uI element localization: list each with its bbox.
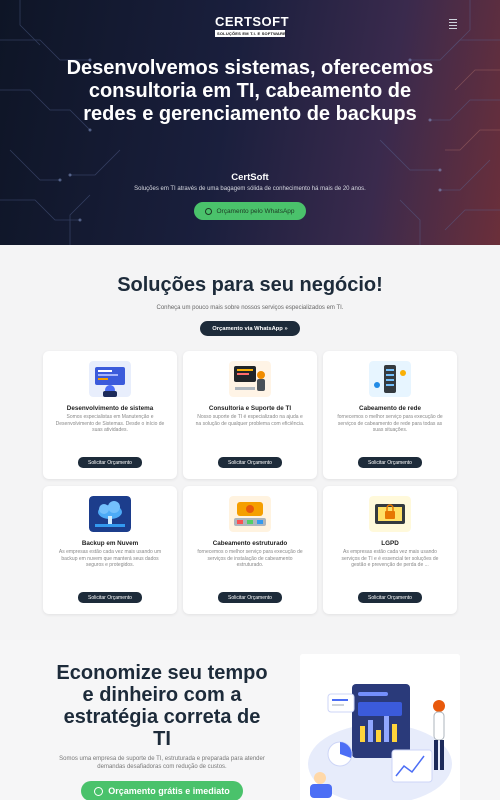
whatsapp-icon <box>94 786 104 796</box>
service-card: Desenvolvimento de sistema Somos especia… <box>43 351 177 479</box>
solutions-title: Soluções para seu negócio! <box>117 274 383 296</box>
whatsapp-quote-dark-button[interactable]: Orçamento via WhatsApp » <box>200 321 300 336</box>
card-description: As empresas estão cada vez mais usando u… <box>58 549 162 569</box>
logo-tagline: SOLUÇÕES EM T.I. E SOFTWARE <box>215 30 286 37</box>
card-description: Nosso suporte de TI é especializado na a… <box>195 414 305 427</box>
card-title: LGPD <box>381 540 399 547</box>
hero-subtitle: Soluções em TI através de uma bagagem só… <box>134 186 366 192</box>
card-title: Cabeamento estruturado <box>212 540 288 547</box>
whatsapp-quote-label: Orçamento pelo WhatsApp <box>216 207 295 215</box>
free-quote-button[interactable]: Orçamento grátis e imediato <box>81 781 243 800</box>
cloud-backup-icon <box>89 496 131 532</box>
card-description: fornecemos o melhor serviço para execuçã… <box>197 549 303 569</box>
software-development-icon <box>89 361 131 397</box>
card-title: Consultoria e Suporte de TI <box>208 405 292 412</box>
it-support-icon <box>229 361 271 397</box>
card-description: As empresas estão cada vez mais usando s… <box>341 549 439 569</box>
structured-cabling-icon <box>229 496 271 532</box>
whatsapp-quote-button[interactable]: Orçamento pelo WhatsApp <box>194 202 306 220</box>
card-description: Somos especialistas em Manutenção e Dese… <box>55 414 165 434</box>
economize-subtitle: Somos uma empresa de suporte de TI, estr… <box>59 756 265 770</box>
free-quote-label: Orçamento grátis e imediato <box>108 786 230 796</box>
logo-wordmark: CERTSOFT <box>215 14 290 29</box>
network-cabling-icon <box>369 361 411 397</box>
lgpd-icon <box>369 496 411 532</box>
service-card: Backup em Nuvem As empresas estão cada v… <box>43 486 177 614</box>
economize-section: Economize seu tempo e dinheiro com a est… <box>0 640 500 800</box>
solutions-subtitle: Conheça um pouco mais sobre nossos servi… <box>156 305 344 311</box>
service-card: Consultoria e Suporte de TI Nosso suport… <box>183 351 317 479</box>
logo[interactable]: CERTSOFT SOLUÇÕES EM T.I. E SOFTWARE <box>215 14 290 37</box>
card-title: Desenvolvimento de sistema <box>66 405 154 412</box>
dashboard-analytics-illustration <box>300 654 460 800</box>
whatsapp-icon <box>205 207 213 215</box>
card-title: Cabeamento de rede <box>359 405 421 412</box>
hero-section: CERTSOFT SOLUÇÕES EM T.I. E SOFTWARE Des… <box>0 0 500 245</box>
request-quote-button[interactable]: Solicitar Orçamento <box>358 592 422 603</box>
service-card: Cabeamento de rede fornecemos o melhor s… <box>323 351 457 479</box>
service-card: Cabeamento estruturado fornecemos o melh… <box>183 486 317 614</box>
card-title: Backup em Nuvem <box>81 540 139 547</box>
service-card: LGPD As empresas estão cada vez mais usa… <box>323 486 457 614</box>
request-quote-button[interactable]: Solicitar Orçamento <box>78 457 142 468</box>
hamburger-icon[interactable] <box>449 19 457 31</box>
card-description: fornecemos o melhor serviço para execuçã… <box>337 414 443 434</box>
hero-title: Desenvolvemos sistemas, oferecemos consu… <box>66 57 434 125</box>
request-quote-button[interactable]: Solicitar Orçamento <box>78 592 142 603</box>
request-quote-button[interactable]: Solicitar Orçamento <box>218 457 282 468</box>
economize-title: Economize seu tempo e dinheiro com a est… <box>56 662 268 750</box>
page: CERTSOFT SOLUÇÕES EM T.I. E SOFTWARE Des… <box>0 0 500 800</box>
hero-brand: CertSoft <box>231 172 269 183</box>
request-quote-button[interactable]: Solicitar Orçamento <box>358 457 422 468</box>
request-quote-button[interactable]: Solicitar Orçamento <box>218 592 282 603</box>
